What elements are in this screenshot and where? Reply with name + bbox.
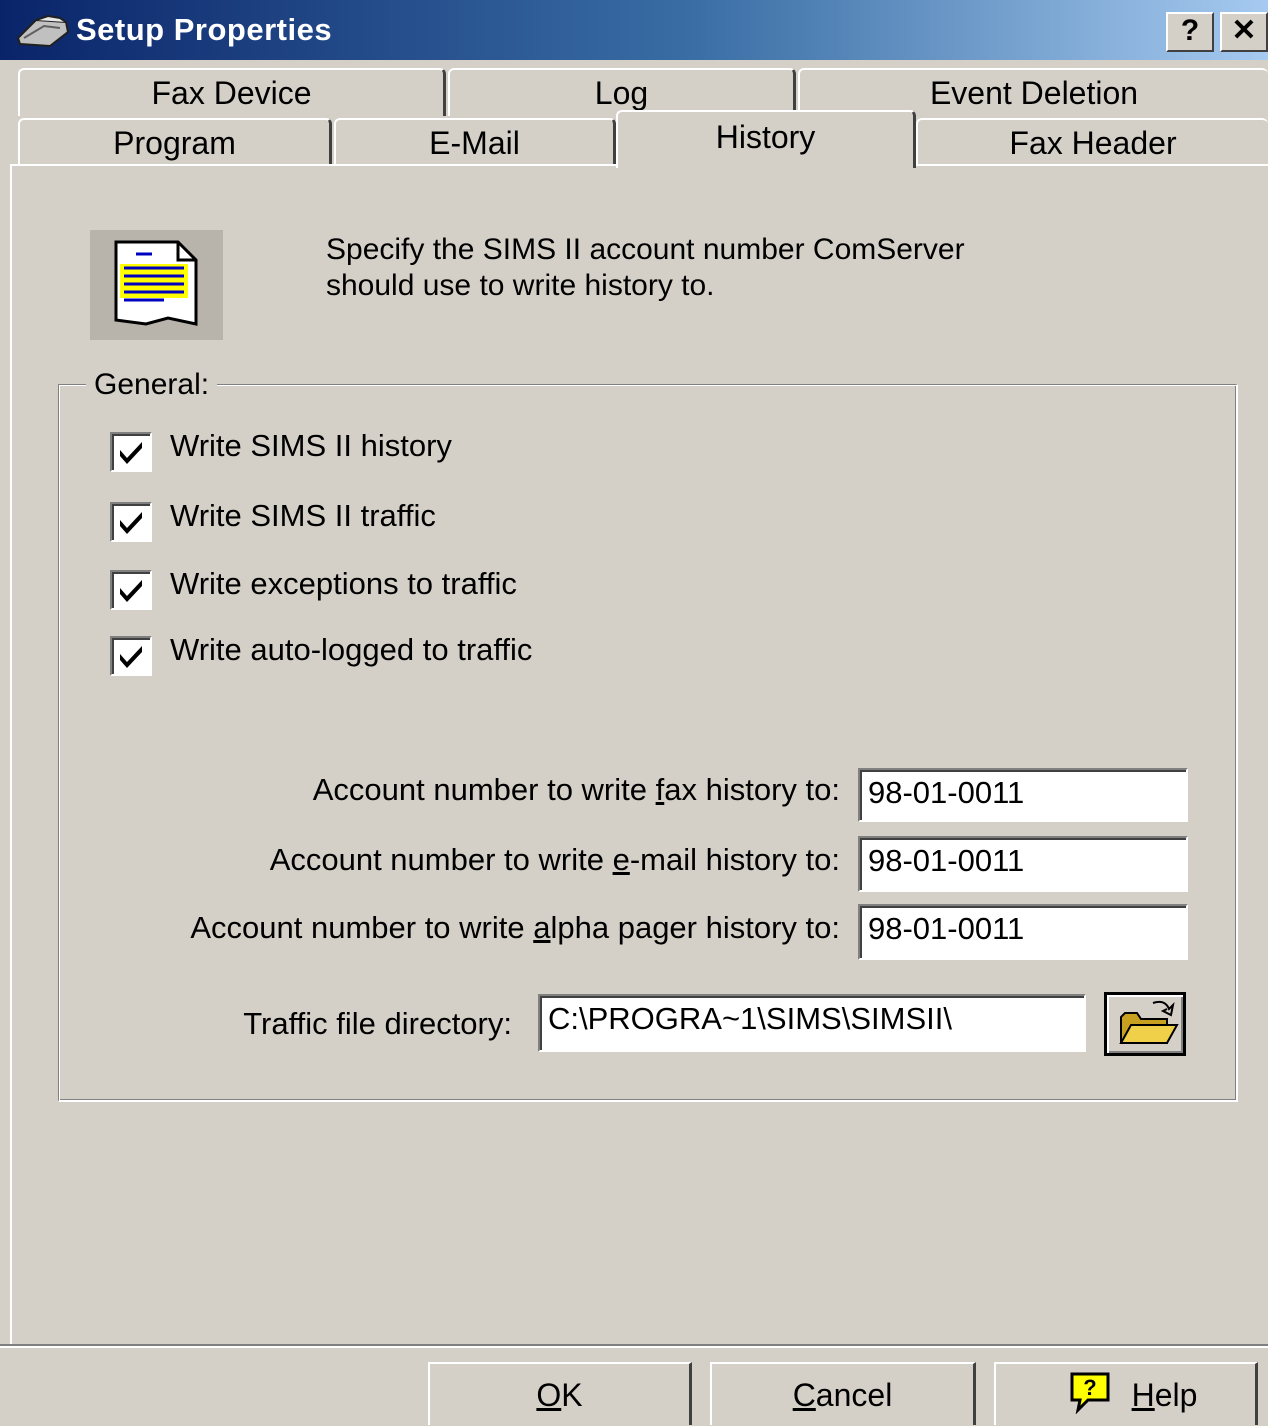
panel-edge (10, 164, 616, 166)
help-title-button[interactable]: ? (1166, 12, 1214, 52)
description: Specify the SIMS II account number ComSe… (326, 232, 1146, 304)
tab-fax-header[interactable]: Fax Header (916, 118, 1268, 164)
checkmark-icon (120, 512, 142, 534)
write-traffic-label: Write SIMS II traffic (170, 498, 436, 533)
email-account-field[interactable]: 98-01-0011 (858, 836, 1188, 892)
email-history-label: Account number to write e-mail history t… (269, 842, 840, 877)
help-button[interactable]: ? Help (994, 1362, 1258, 1425)
write-autologged-label: Write auto-logged to traffic (170, 632, 533, 667)
close-button[interactable]: ✕ (1220, 12, 1268, 52)
write-exceptions-label: Write exceptions to traffic (170, 566, 517, 601)
button-separator (0, 1344, 1268, 1348)
document-icon (114, 240, 198, 326)
write-exceptions-checkbox[interactable] (110, 570, 152, 610)
open-folder-icon (1119, 1000, 1179, 1044)
browse-folder-button[interactable] (1104, 992, 1186, 1056)
window-title: Setup Properties (76, 12, 333, 47)
svg-text:?: ? (1083, 1375, 1096, 1400)
cancel-button[interactable]: Cancel (710, 1362, 976, 1425)
traffic-directory-label: Traffic file directory: (243, 1006, 512, 1041)
write-autologged-checkbox[interactable] (110, 636, 152, 676)
write-history-checkbox[interactable] (110, 432, 152, 472)
checkmark-icon (120, 580, 142, 602)
tab-event-deletion[interactable]: Event Deletion (798, 68, 1268, 116)
general-group-label: General: (86, 368, 218, 402)
pager-account-field[interactable]: 98-01-0011 (858, 904, 1188, 960)
fax-account-field[interactable]: 98-01-0011 (858, 768, 1188, 822)
panel-edge (912, 164, 1268, 166)
description-line-1: Specify the SIMS II account number ComSe… (326, 233, 965, 266)
fax-history-label: Account number to write fax history to: (312, 772, 840, 807)
checkmark-icon (120, 646, 142, 668)
fax-machine-icon (16, 14, 70, 48)
tab-program[interactable]: Program (18, 118, 332, 164)
tab-log[interactable]: Log (448, 68, 796, 116)
write-traffic-checkbox[interactable] (110, 502, 152, 542)
traffic-directory-field[interactable]: C:\PROGRA~1\SIMS\SIMSII\ (538, 994, 1086, 1052)
ok-button[interactable]: OK (428, 1362, 692, 1425)
tab-history[interactable]: History (616, 110, 916, 168)
help-icon: ? (1070, 1372, 1110, 1415)
checkmark-icon (120, 442, 142, 464)
tab-fax-device[interactable]: Fax Device (18, 68, 446, 116)
description-line-2: should use to write history to. (326, 269, 715, 302)
write-history-label: Write SIMS II history (170, 428, 452, 463)
pager-history-label: Account number to write alpha pager hist… (190, 910, 840, 945)
tab-email[interactable]: E-Mail (334, 118, 616, 164)
